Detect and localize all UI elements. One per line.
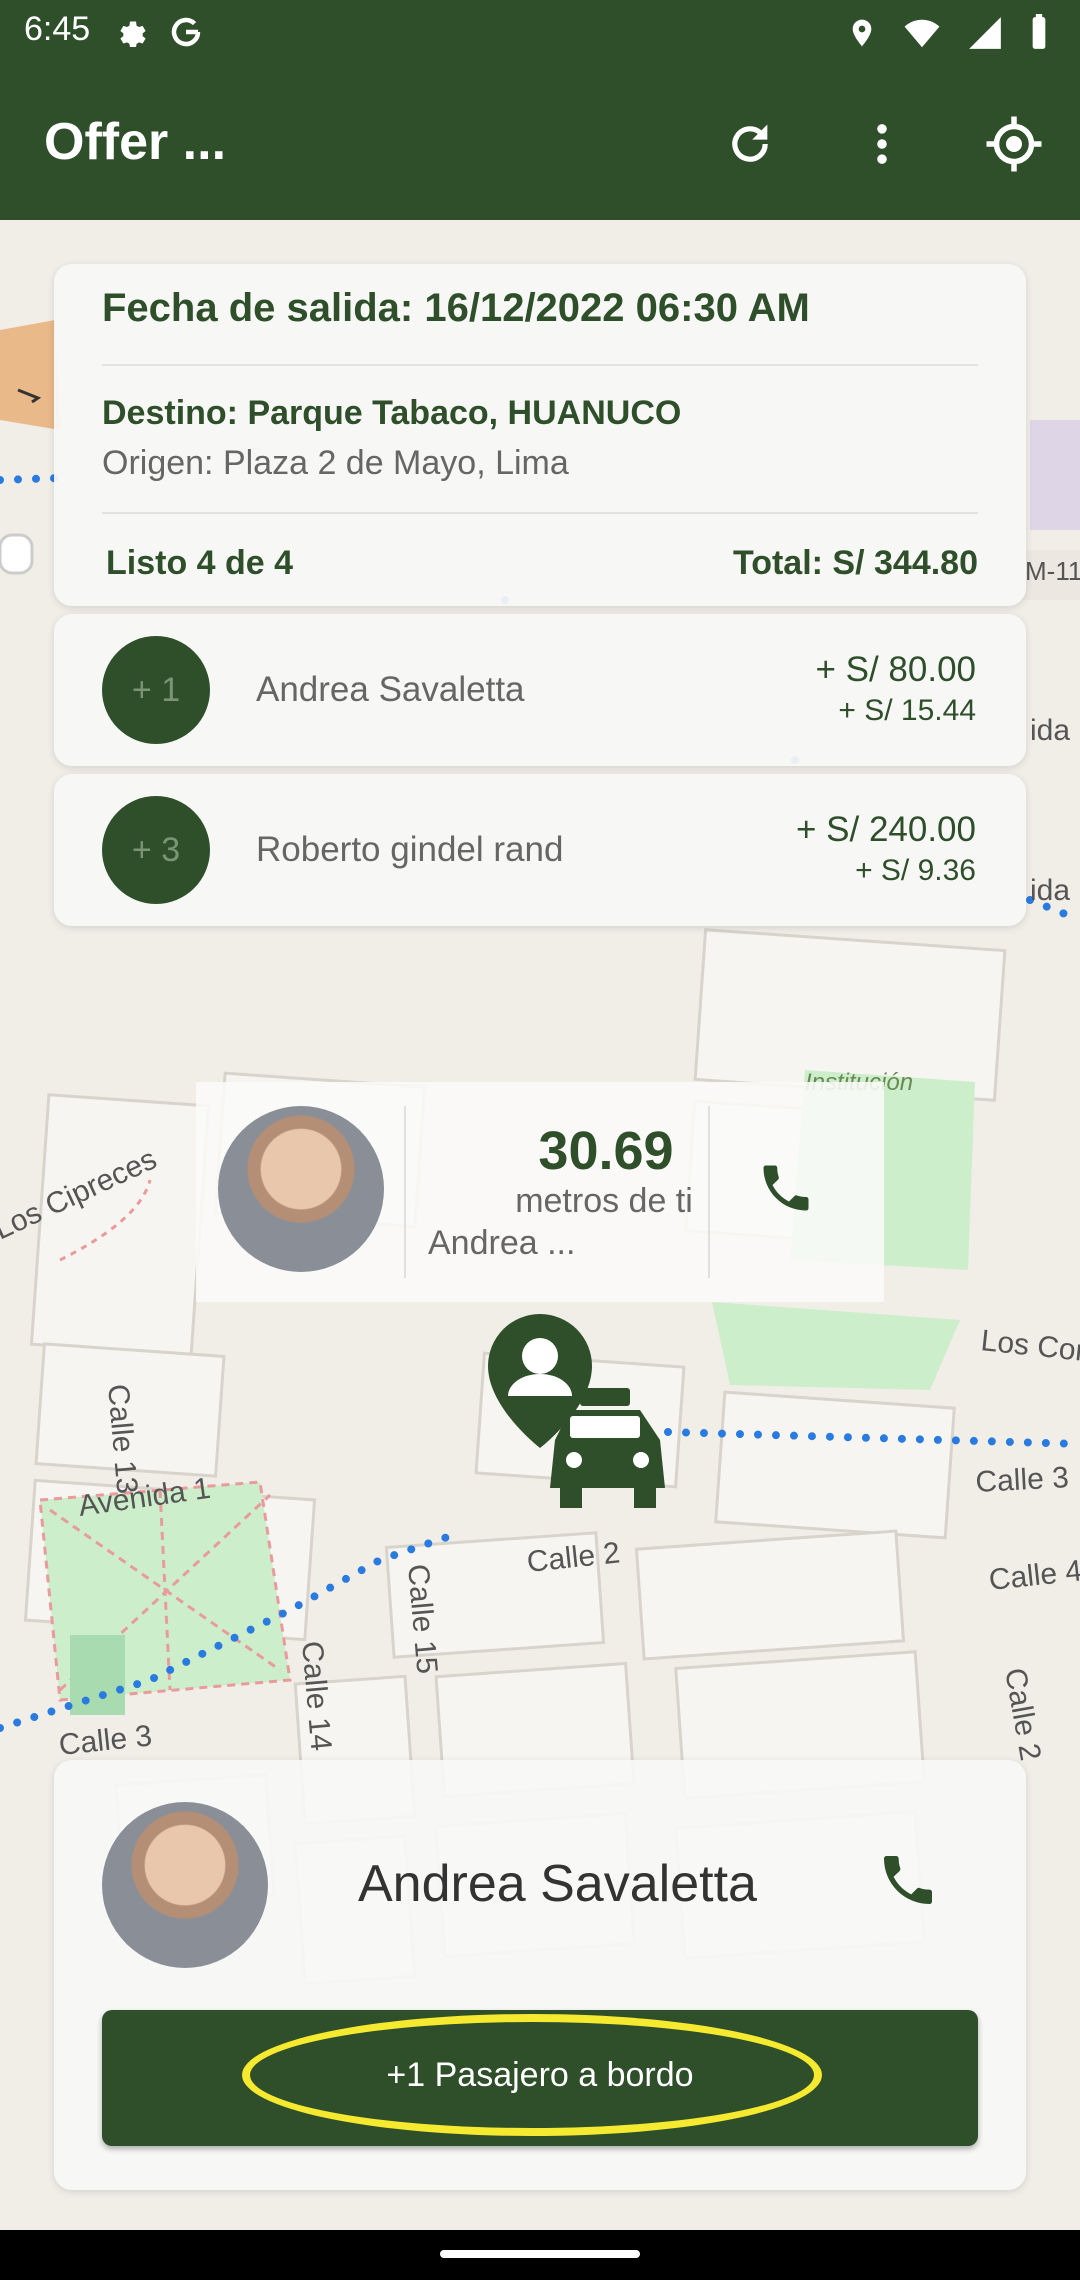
divider	[404, 1106, 406, 1278]
trip-summary-card: Fecha de salida: 16/12/2022 06:30 AM Des…	[54, 264, 1026, 606]
departure-date: Fecha de salida: 16/12/2022 06:30 AM	[102, 286, 810, 330]
system-nav-bar	[0, 2230, 1080, 2280]
app-bar: Offer ...	[0, 66, 1080, 220]
on-board-label: +1 Pasajero a bordo	[386, 2056, 694, 2094]
ready-count: Listo 4 de 4	[106, 544, 294, 582]
map-label-calle3-right: Calle 3	[975, 1461, 1070, 1499]
passenger-fee: + S/ 9.36	[855, 854, 976, 887]
passenger-row[interactable]: + 1 Andrea Savaletta + S/ 80.00 + S/ 15.…	[54, 614, 1026, 766]
signal-icon	[969, 17, 1001, 49]
google-icon	[171, 17, 201, 47]
my-location-button[interactable]	[984, 114, 1044, 174]
passenger-name: Roberto gindel rand	[256, 830, 564, 869]
more-vert-icon	[877, 124, 887, 164]
seat-count-badge: + 3	[102, 796, 210, 904]
gps-icon	[986, 116, 1042, 172]
divider	[102, 512, 978, 514]
status-time: 6:45	[24, 10, 91, 48]
seat-count-badge: + 1	[102, 636, 210, 744]
map-label-calle3-left: Calle 3	[57, 1719, 153, 1762]
passenger-row[interactable]: + 3 Roberto gindel rand + S/ 240.00 + S/…	[54, 774, 1026, 926]
map-label-calle4: Calle 4	[987, 1554, 1080, 1597]
phone-icon	[884, 1856, 932, 1904]
wifi-icon	[904, 19, 940, 48]
trip-total: Total: S/ 344.80	[732, 544, 978, 582]
map-label-ida-1: ida	[1030, 714, 1070, 747]
passenger-name: Andrea Savaletta	[256, 670, 525, 709]
call-button[interactable]	[756, 1158, 828, 1230]
call-button[interactable]	[876, 1848, 946, 1918]
avatar	[102, 1802, 268, 1968]
divider	[708, 1106, 710, 1278]
current-passenger-panel: Andrea Savaletta +1 Pasajero a bordo	[54, 1760, 1026, 2190]
map-label-ida-2: ida	[1030, 874, 1070, 907]
phone-icon	[763, 1165, 809, 1211]
more-options-button[interactable]	[852, 114, 912, 174]
passenger-fare: + S/ 240.00	[795, 810, 976, 849]
passenger-fee: + S/ 15.44	[838, 694, 976, 727]
nearby-passenger-card: 30.69 metros de ti Andrea ...	[196, 1082, 884, 1302]
destination: Destino: Parque Tabaco, HUANUCO	[102, 394, 682, 432]
distance-value: 30.69	[538, 1121, 674, 1181]
passenger-fare: + S/ 80.00	[815, 650, 976, 689]
map-label-calle2-right: Calle 2	[998, 1665, 1047, 1763]
refresh-icon	[732, 124, 768, 162]
location-icon	[852, 19, 872, 47]
passenger-on-board-button[interactable]: +1 Pasajero a bordo	[102, 2010, 978, 2146]
page-title: Offer ...	[44, 113, 227, 171]
map-label-los-cor: Los Cor	[979, 1324, 1080, 1368]
map-label-m1: M-11	[1025, 556, 1080, 586]
battery-icon	[1032, 14, 1046, 49]
divider	[102, 364, 978, 366]
settings-icon	[120, 21, 146, 47]
current-passenger-name: Andrea Savaletta	[358, 1855, 757, 1913]
status-bar: 6:45	[0, 0, 1080, 66]
avatar	[218, 1106, 384, 1272]
home-gesture-handle[interactable]	[440, 2250, 640, 2258]
refresh-button[interactable]	[720, 114, 780, 174]
origin: Origen: Plaza 2 de Mayo, Lima	[102, 444, 569, 482]
nearby-passenger-name: Andrea ...	[428, 1224, 576, 1262]
